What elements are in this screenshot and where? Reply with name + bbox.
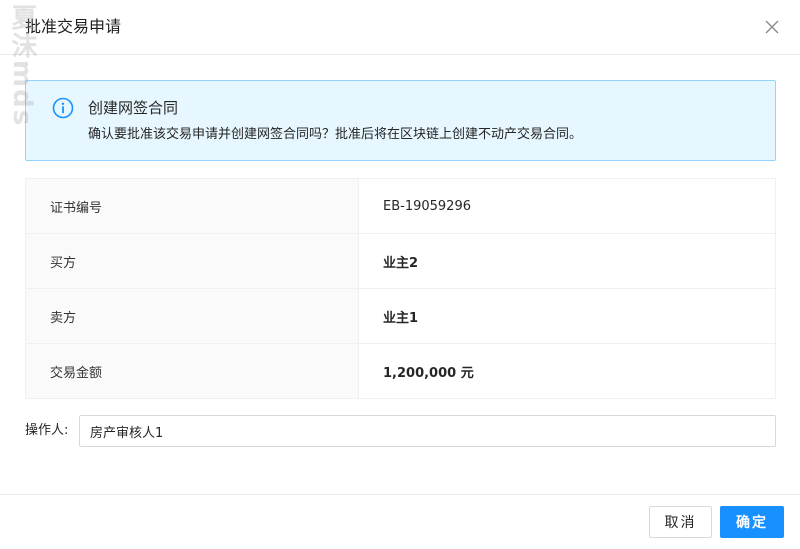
table-row: 买方 业主2 <box>25 233 776 289</box>
close-button[interactable] <box>762 17 782 37</box>
buyer-label: 买方 <box>25 233 359 289</box>
table-row: 交易金额 1,200,000 元 <box>25 343 776 399</box>
cancel-button[interactable]: 取消 <box>649 506 712 538</box>
transaction-amount-value: 1,200,000 元 <box>358 343 776 399</box>
operator-field-row: 操作人: <box>25 415 776 447</box>
dialog-footer: 取消 确定 <box>0 494 800 549</box>
info-icon <box>52 97 74 119</box>
confirm-button[interactable]: 确定 <box>720 506 784 538</box>
operator-input[interactable] <box>79 415 776 447</box>
seller-value: 业主1 <box>358 288 776 344</box>
dialog-header: 批准交易申请 <box>0 0 800 55</box>
certificate-number-value: EB-19059296 <box>358 178 776 234</box>
close-icon <box>765 20 779 34</box>
alert-title: 创建网签合同 <box>88 99 179 117</box>
operator-label: 操作人: <box>25 423 69 438</box>
seller-label: 卖方 <box>25 288 359 344</box>
table-row: 卖方 业主1 <box>25 288 776 344</box>
dialog-title: 批准交易申请 <box>25 17 122 36</box>
approve-transaction-dialog: 批准交易申请 创建网签合同 确认要批准该交易申请并创建网签合同吗？批准后将在区块… <box>0 0 800 549</box>
info-alert: 创建网签合同 确认要批准该交易申请并创建网签合同吗？批准后将在区块链上创建不动产… <box>25 80 776 161</box>
certificate-number-label: 证书编号 <box>25 178 359 234</box>
table-row: 证书编号 EB-19059296 <box>25 178 776 234</box>
buyer-value: 业主2 <box>358 233 776 289</box>
alert-description: 确认要批准该交易申请并创建网签合同吗？批准后将在区块链上创建不动产交易合同。 <box>88 127 583 142</box>
transaction-amount-label: 交易金额 <box>25 343 359 399</box>
transaction-details-table: 证书编号 EB-19059296 买方 业主2 卖方 业主1 交易金额 1,20… <box>25 178 776 399</box>
